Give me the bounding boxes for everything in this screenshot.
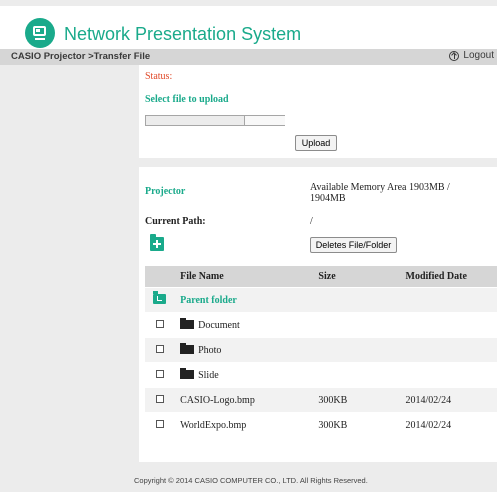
- current-path-value: /: [310, 216, 313, 227]
- memory-info: Available Memory Area 1903MB / 1904MB: [310, 182, 450, 204]
- browse-button[interactable]: [244, 116, 285, 125]
- parent-folder-row[interactable]: Parent folder: [145, 287, 497, 313]
- file-date: [399, 312, 497, 338]
- upload-button[interactable]: Upload: [295, 135, 337, 151]
- app-header: Network Presentation System: [0, 6, 497, 49]
- file-name[interactable]: Slide: [198, 370, 219, 381]
- folder-icon: [180, 317, 195, 329]
- file-table: File Name Size Modified Date Parent fold…: [145, 266, 497, 438]
- folder-icon: [180, 342, 195, 354]
- table-row[interactable]: Slide: [145, 362, 497, 388]
- sidebar: [0, 65, 139, 462]
- file-size: 300KB: [312, 387, 400, 413]
- file-size: [312, 337, 400, 363]
- row-checkbox[interactable]: [155, 344, 164, 353]
- parent-folder-icon[interactable]: [153, 290, 167, 304]
- projector-label: Projector: [145, 186, 186, 197]
- footer: Copyright © 2014 CASIO COMPUTER CO., LTD…: [0, 462, 497, 492]
- table-header-row: File Name Size Modified Date: [145, 266, 497, 288]
- logout-icon: [449, 50, 460, 61]
- row-checkbox[interactable]: [155, 319, 164, 328]
- main-panel: Status: Select file to upload Upload Pro…: [139, 65, 497, 462]
- header-size: Size: [312, 266, 400, 288]
- delete-button[interactable]: Deletes File/Folder: [310, 237, 397, 253]
- row-checkbox[interactable]: [155, 369, 164, 378]
- file-date: 2014/02/24: [399, 412, 497, 438]
- app-title: Network Presentation System: [64, 24, 302, 44]
- parent-folder-link[interactable]: Parent folder: [180, 295, 237, 306]
- table-row[interactable]: Photo: [145, 337, 497, 363]
- section-divider: [139, 158, 497, 167]
- table-row[interactable]: WorldExpo.bmp 300KB 2014/02/24: [145, 412, 497, 438]
- file-name[interactable]: CASIO-Logo.bmp: [174, 387, 313, 413]
- file-input[interactable]: [145, 115, 285, 126]
- folder-icon: [180, 367, 195, 379]
- table-row[interactable]: Document: [145, 312, 497, 338]
- logout-link[interactable]: Logout: [449, 50, 494, 61]
- header-modified-date: Modified Date: [399, 266, 497, 288]
- file-date: 2014/02/24: [399, 387, 497, 413]
- current-path-label: Current Path:: [145, 216, 206, 227]
- file-date: [399, 362, 497, 388]
- table-row[interactable]: CASIO-Logo.bmp 300KB 2014/02/24: [145, 387, 497, 413]
- select-file-label: Select file to upload: [145, 94, 229, 105]
- file-size: [312, 362, 400, 388]
- new-folder-icon[interactable]: [150, 234, 164, 251]
- file-name[interactable]: Photo: [198, 345, 221, 356]
- header-select: [145, 266, 175, 288]
- file-date: [399, 337, 497, 363]
- file-size: 300KB: [312, 412, 400, 438]
- row-checkbox[interactable]: [155, 394, 164, 403]
- file-size: [312, 312, 400, 338]
- file-name[interactable]: WorldExpo.bmp: [174, 412, 313, 438]
- row-checkbox[interactable]: [155, 419, 164, 428]
- nav-bar: CASIO Projector >Transfer File Logout: [0, 49, 497, 65]
- projector-logo-icon: [25, 18, 55, 48]
- status-label: Status:: [145, 71, 173, 82]
- header-file-name: File Name: [174, 266, 313, 288]
- copyright-text: Copyright © 2014 CASIO COMPUTER CO., LTD…: [134, 476, 368, 485]
- file-name[interactable]: Document: [198, 320, 240, 331]
- logout-label: Logout: [463, 50, 494, 61]
- breadcrumb: CASIO Projector >Transfer File: [11, 51, 151, 62]
